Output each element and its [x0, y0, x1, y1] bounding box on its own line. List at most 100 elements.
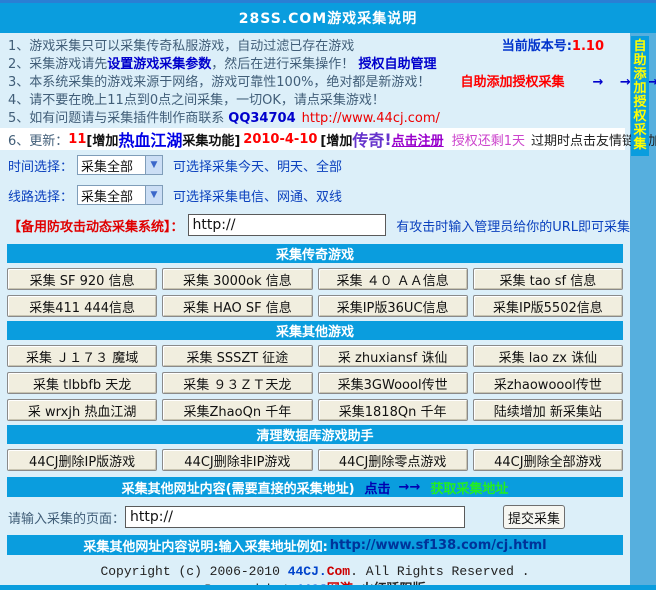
collect-button[interactable]: 采集ZhaoQn 千年 [162, 399, 312, 421]
set-params-link[interactable]: 设置游戏采集参数 [107, 57, 211, 72]
chevron-down-icon[interactable]: ▼ [145, 156, 162, 174]
note-text: 1、游戏采集只可以采集传奇私服游戏，自动过滤已存在游戏 [8, 39, 354, 54]
backup-system-label: 【备用防攻击动态采集系统】： [8, 216, 184, 235]
section-header-cleaner: 清理数据库游戏助手 [7, 425, 623, 444]
collect-other-urls-bar: 采集其他网址内容(需要直接的采集地址) 点击 →→ 获取采集地址 [7, 477, 623, 497]
page-url-label: 请输入采集的页面： [8, 508, 125, 527]
note-text: 4、请不要在晚上11点到0点之间采集，一切OK，请点采集游戏！ [8, 93, 385, 108]
section-header-legend: 采集传奇游戏 [7, 244, 623, 263]
update-prefix: 6、更新： [8, 130, 68, 149]
collect-button[interactable]: 采集 tao sf 信息 [473, 268, 623, 290]
update-add1: [增加 [86, 130, 118, 149]
copyright-text: Copyright (c) 2006-2010 [100, 564, 287, 579]
collect-button[interactable]: 采集 ４０ ＡＡ信息 [318, 268, 468, 290]
section-header-others: 采集其他游戏 [7, 321, 623, 340]
update-date: 2010-4-10 [243, 132, 317, 147]
delete-button[interactable]: 44CJ删除IP版游戏 [7, 449, 157, 471]
chevron-down-icon[interactable]: ▼ [145, 186, 162, 204]
update-func: 采集功能] [182, 130, 240, 149]
version-value: 1.10 [572, 39, 604, 54]
game-name-rexuejianghu: 热血江湖 [118, 127, 182, 151]
version-info: 当前版本号:1.10 [502, 38, 604, 56]
collect-button[interactable]: 采集411 444信息 [7, 295, 157, 317]
self-add-auth-link[interactable]: 自助添加授权采集 [460, 75, 564, 90]
time-select-value: 采集全部 [78, 156, 145, 175]
click-link[interactable]: 点击 [365, 478, 391, 497]
page-url-input[interactable] [125, 506, 465, 528]
line-select-label: 线路选择： [8, 186, 73, 205]
delete-button[interactable]: 44CJ删除全部游戏 [473, 449, 623, 471]
collect-button[interactable]: 采集 SSSZT 征途 [162, 345, 312, 367]
game-name-chuanqi: 传奇 [352, 127, 384, 151]
collect-button[interactable]: 采集 ９３ＺＴ天龙 [162, 372, 312, 394]
backup-system-hint: 有攻击时输入管理员给你的URL即可采集 [396, 216, 630, 235]
brand-44cj: 44CJ. [288, 564, 327, 579]
note-text: 3、本系统采集的游戏来源于网络，游戏可靠性100%，绝对都是新游戏！ [8, 75, 430, 90]
new-stations-button[interactable]: 陆续增加 新采集站 [473, 399, 623, 421]
note-text: 2、采集游戏请先 [8, 57, 107, 72]
notes-list: 当前版本号:1.10 1、游戏采集只可以采集传奇私服游戏，自动过滤已存在游戏 2… [0, 33, 630, 150]
page-title: 28SS.COM游戏采集说明 [239, 8, 417, 28]
collect-button[interactable]: 采集 Ｊ１７３ 魔域 [7, 345, 157, 367]
time-select-label: 时间选择： [8, 156, 73, 175]
collect-button[interactable]: 采 zhuxiansf 诛仙 [318, 345, 468, 367]
line-select-row: 线路选择： 采集全部 ▼ 可选择采集电信、网通、双线 [0, 180, 630, 210]
time-select-row: 时间选择： 采集全部 ▼ 可选择采集今天、明天、全部 [0, 150, 630, 180]
note-item-2: 2、采集游戏请先设置游戏采集参数，然后在进行采集操作！ 授权自助管理 [0, 56, 630, 74]
note-item-1: 当前版本号:1.10 1、游戏采集只可以采集传奇私服游戏，自动过滤已存在游戏 [0, 38, 630, 56]
main-content: 当前版本号:1.10 1、游戏采集只可以采集传奇私服游戏，自动过滤已存在游戏 2… [0, 33, 630, 585]
qq-contact: QQ34704 [228, 111, 295, 126]
example-url: http://www.sf138.com/cj.html [330, 538, 547, 553]
collect-button[interactable]: 采 wrxjh 热血江湖 [7, 399, 157, 421]
collect-button[interactable]: 采集IP版36UC信息 [318, 295, 468, 317]
line-select-value: 采集全部 [78, 186, 145, 205]
note-text: ，然后在进行采集操作！ [211, 57, 354, 72]
collect-button[interactable]: 采集IP版5502信息 [473, 295, 623, 317]
line-select-hint: 可选择采集电信、网通、双线 [173, 186, 342, 205]
legend-button-grid: 采集 SF 920 信息 采集 3000ok 信息 采集 ４０ ＡＡ信息 采集 … [7, 268, 623, 317]
backup-url-input[interactable] [188, 214, 387, 236]
note-item-6-update: 6、更新：11[增加热血江湖采集功能]2010-4-10[增加传奇!点击注册授权… [0, 128, 625, 150]
bottom-strip [0, 585, 656, 590]
auth-self-manage-link[interactable]: 授权自助管理 [358, 57, 436, 72]
cleaner-button-grid: 44CJ删除IP版游戏 44CJ删除非IP游戏 44CJ删除零点游戏 44CJ删… [7, 449, 623, 471]
collect-button[interactable]: 采集 HAO SF 信息 [162, 295, 312, 317]
rights-text: . All Rights Reserved . [350, 564, 529, 579]
auth-remaining-text: 授权还剩1天 [452, 130, 525, 149]
brand-com: Com [327, 564, 350, 579]
collect-button[interactable]: 采zhaowoool传世 [473, 372, 623, 394]
update-number: 11 [68, 132, 86, 147]
note-item-5: 5、如有问题请与采集插件制作商联系 QQ34704 http://www.44cj.… [0, 110, 630, 128]
collect-other-urls-text: 采集其他网址内容(需要直接的采集地址) [122, 478, 355, 497]
delete-button[interactable]: 44CJ删除零点游戏 [318, 449, 468, 471]
example-bar: 采集其他网址内容说明:输入采集地址例如: http://www.sf138.co… [7, 535, 623, 555]
collect-button[interactable]: 采集 SF 920 信息 [7, 268, 157, 290]
update-add2: [增加 [320, 130, 352, 149]
collect-button[interactable]: 采集3GWoool传世 [318, 372, 468, 394]
delete-button[interactable]: 44CJ删除非IP游戏 [162, 449, 312, 471]
collect-button[interactable]: 采集 tlbbfb 天龙 [7, 372, 157, 394]
side-nav-self-auth-link[interactable]: 自助添加授权采集 [631, 36, 649, 156]
page: 28SS.COM游戏采集说明 当前版本号:1.10 1、游戏采集只可以采集传奇私… [0, 0, 656, 590]
submit-row: 请输入采集的页面： 提交采集 [8, 505, 630, 529]
copyright-line: Copyright (c) 2006-2010 44CJ.Com. All Ri… [0, 563, 630, 581]
maker-url-link[interactable]: http://www.44cj.com/ [302, 111, 440, 126]
arrow-icons: →→ [399, 480, 421, 495]
backup-system-row: 【备用防攻击动态采集系统】： 有攻击时输入管理员给你的URL即可采集 [0, 210, 630, 240]
get-collect-url-link[interactable]: 获取采集地址 [430, 478, 508, 497]
time-select-hint: 可选择采集今天、明天、全部 [173, 156, 342, 175]
collect-button[interactable]: 采集 lao zx 诛仙 [473, 345, 623, 367]
collect-button[interactable]: 采集1818Qn 千年 [318, 399, 468, 421]
version-label: 当前版本号: [502, 39, 572, 54]
line-select[interactable]: 采集全部 ▼ [77, 185, 163, 205]
others-button-grid: 采集 Ｊ１７３ 魔域 采集 SSSZT 征途 采 zhuxiansf 诛仙 采集… [7, 345, 623, 421]
page-title-bar: 28SS.COM游戏采集说明 [0, 0, 656, 33]
example-text: 采集其他网址内容说明:输入采集地址例如: [83, 536, 327, 555]
collect-button[interactable]: 采集 3000ok 信息 [162, 268, 312, 290]
bang-mark: ! [384, 130, 391, 149]
time-select[interactable]: 采集全部 ▼ [77, 155, 163, 175]
submit-collect-button[interactable]: 提交采集 [503, 505, 565, 529]
note-item-3: 3、本系统采集的游戏来源于网络，游戏可靠性100%，绝对都是新游戏！ 自助添加授权… [0, 74, 630, 92]
note-text: 5、如有问题请与采集插件制作商联系 [8, 111, 224, 126]
register-link[interactable]: 点击注册 [392, 130, 444, 149]
